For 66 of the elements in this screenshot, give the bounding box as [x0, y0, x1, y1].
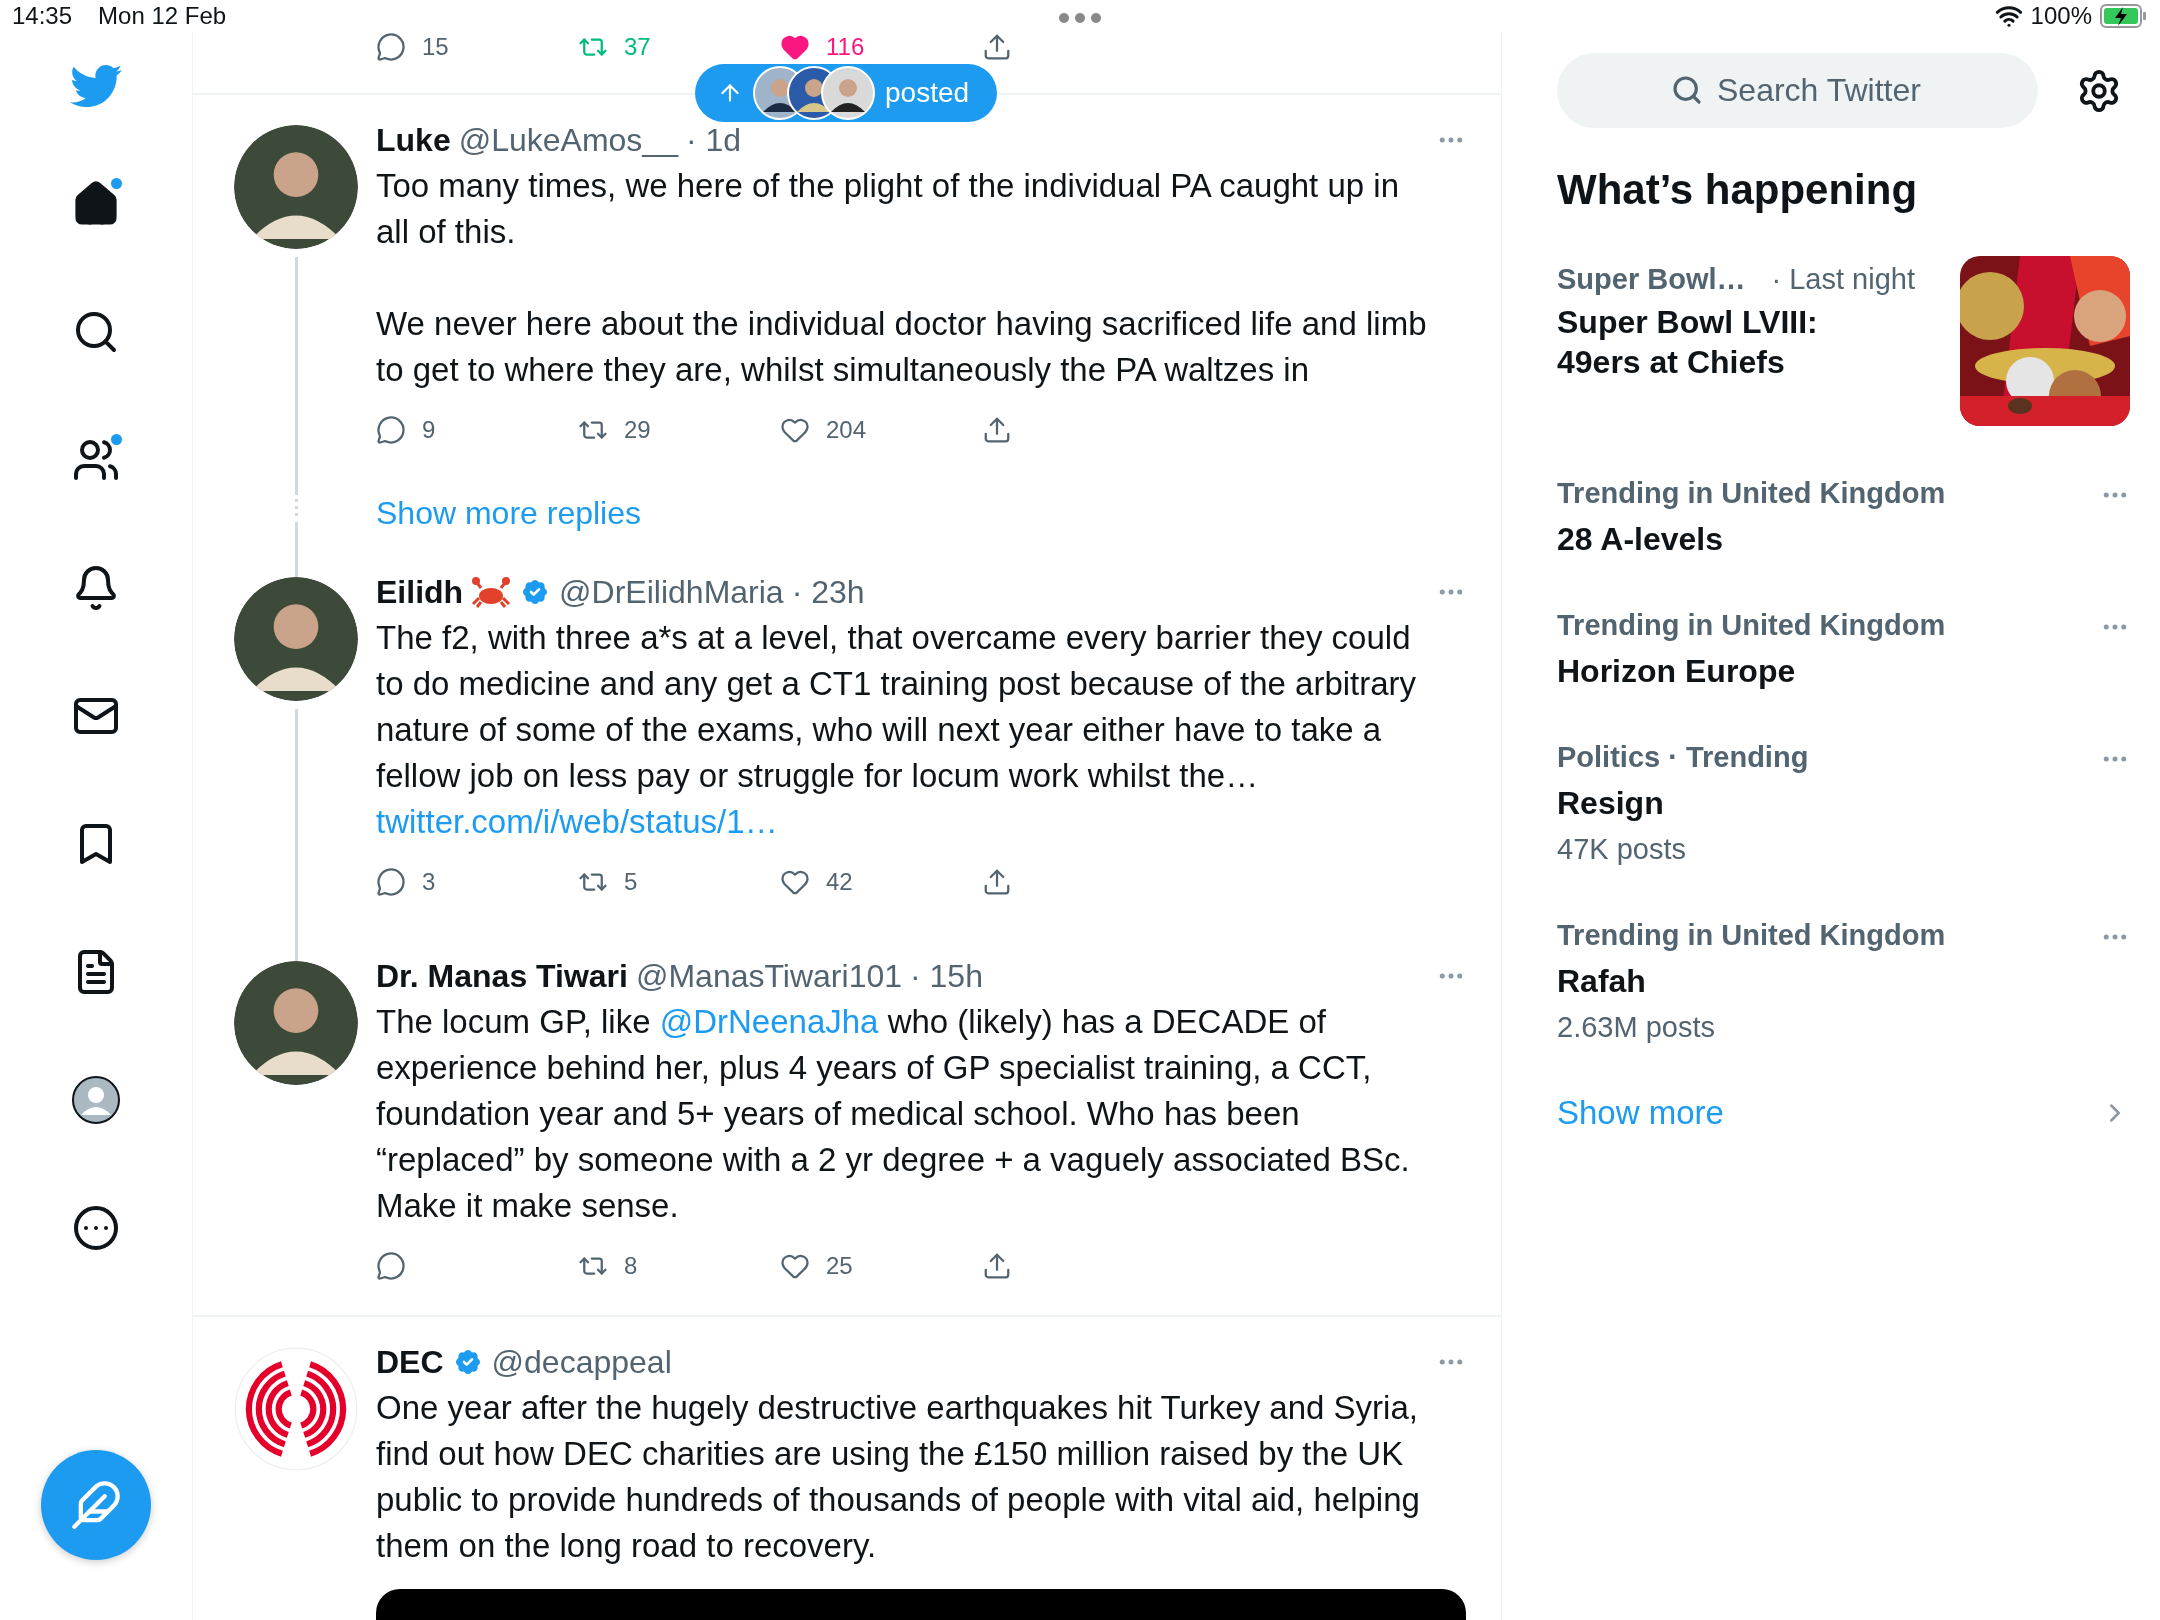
date: Mon 12 Feb	[98, 2, 227, 30]
post-text: We never here about the individual doctor having sacrificed life and limb to get to where they are, whilst simultaneously the PA waltzes in	[376, 304, 1428, 390]
repost-button[interactable]: 29	[578, 415, 780, 445]
trend-title: 28 A-levels	[1557, 520, 1725, 559]
trend-category: Politics · Trending	[1557, 740, 1809, 775]
battery-level: 100%	[2030, 2, 2092, 30]
trend-time: · Last night	[1771, 262, 1915, 297]
like-button[interactable]: 25	[780, 1251, 982, 1281]
post-text: The f2, with three a*s at a level, that overcame every barrier they could to do medicine and any get a CT1 training post because of the arbitrary nature of some of the exams, who will next year either have to take a fellow job on less pay or struggle for locum work whilst the…	[376, 618, 1418, 796]
avatar[interactable]	[234, 1347, 358, 1471]
trend-item[interactable]: Politics · Trending Resign 47K posts	[1557, 714, 2130, 892]
speech-bubble-icon	[376, 32, 406, 62]
post-time: · 23h	[791, 573, 865, 611]
speech-bubble-icon	[376, 867, 406, 897]
avatar[interactable]	[234, 125, 358, 249]
avatar[interactable]	[234, 961, 358, 1085]
author-name[interactable]: Eilidh	[376, 573, 464, 611]
trend-category: Trending in United Kingdom	[1557, 918, 1946, 953]
like-button[interactable]: 204	[780, 415, 982, 445]
reply-button[interactable]: 3	[376, 867, 578, 897]
reply-button[interactable]: 15	[376, 32, 578, 62]
author-name[interactable]: Dr. Manas Tiwari	[376, 957, 628, 995]
author-name[interactable]: Luke	[376, 121, 451, 159]
post-count: 2.63M posts	[1557, 1010, 1716, 1045]
repost-button[interactable]: 5	[578, 867, 780, 897]
crab-icon	[471, 576, 512, 608]
trend-item[interactable]: Super Bowl… · Last night Super Bowl LVIII: 49ers at Chiefs	[1557, 246, 2130, 450]
multitask-dots-icon[interactable]	[1058, 12, 1102, 24]
share-icon	[982, 1251, 1012, 1281]
like-button[interactable]: 116	[780, 32, 982, 62]
trend-category: Super Bowl…	[1557, 262, 1746, 297]
speech-bubble-icon	[376, 1251, 406, 1281]
post-text: Too many times, we here of the plight of the individual PA caught up in all of this.	[376, 166, 1400, 252]
trend-item[interactable]: Trending in United Kingdom Horizon Europe	[1557, 582, 2130, 714]
trend-item[interactable]: Trending in United Kingdom Rafah 2.63M posts	[1557, 892, 2130, 1070]
search-field[interactable]: Search Twitter	[1557, 53, 2038, 128]
post-text: One year after the hugely destructive earthquakes hit Turkey and Syria, find out how DEC charities are using the £150 million raised by the UK public to provide hundreds of thousands of people with vital aid, helping them on the long road to recovery.	[376, 1388, 1421, 1566]
like-button[interactable]: 42	[780, 867, 982, 897]
author-handle[interactable]: @LukeAmos__	[458, 121, 678, 159]
trend-category: Trending in United Kingdom	[1557, 476, 1946, 511]
trend-title: Rafah	[1557, 962, 1647, 1001]
repost-button[interactable]: 8	[578, 1251, 780, 1281]
trend-title: Super Bowl LVIII: 49ers at Chiefs	[1557, 303, 1819, 382]
post-count: 47K posts	[1557, 832, 1687, 867]
post-time: · 1d	[685, 121, 742, 159]
search-icon	[1671, 74, 1703, 106]
avatar[interactable]	[234, 577, 358, 701]
author-handle[interactable]: @decappeal	[491, 1343, 672, 1381]
author-handle[interactable]: @ManasTiwari101	[635, 957, 902, 995]
share-icon	[982, 867, 1012, 897]
author-name[interactable]: DEC	[376, 1343, 444, 1381]
author-handle[interactable]: @DrEilidhMaria	[559, 573, 784, 611]
speech-bubble-icon	[376, 415, 406, 445]
feather-icon	[70, 1479, 122, 1531]
clock: 14:35	[12, 2, 73, 30]
post-text: The locum GP, like @DrNeenaJha who (likely) has a DECADE of experience behind her, plus 4 years of GP specialist training, a CCT, foundation year and 5+ years of medical school. Who has been “replaced” by someone with a 2 yr degree + a vaguely associated BSc. Make it make sense.	[376, 1002, 1411, 1226]
section-title: What’s happening	[1557, 165, 1919, 215]
trend-category: Trending in United Kingdom	[1557, 608, 1946, 643]
reply-button[interactable]: 9	[376, 415, 578, 445]
trend-title: Resign	[1557, 784, 1665, 823]
trend-title: Horizon Europe	[1557, 652, 1797, 691]
share-icon	[982, 32, 1012, 62]
post-time: · 15h	[910, 957, 983, 995]
compose-button[interactable]	[41, 1450, 151, 1560]
share-icon	[982, 415, 1012, 445]
trend-item[interactable]: Trending in United Kingdom 28 A-levels	[1557, 450, 2130, 582]
